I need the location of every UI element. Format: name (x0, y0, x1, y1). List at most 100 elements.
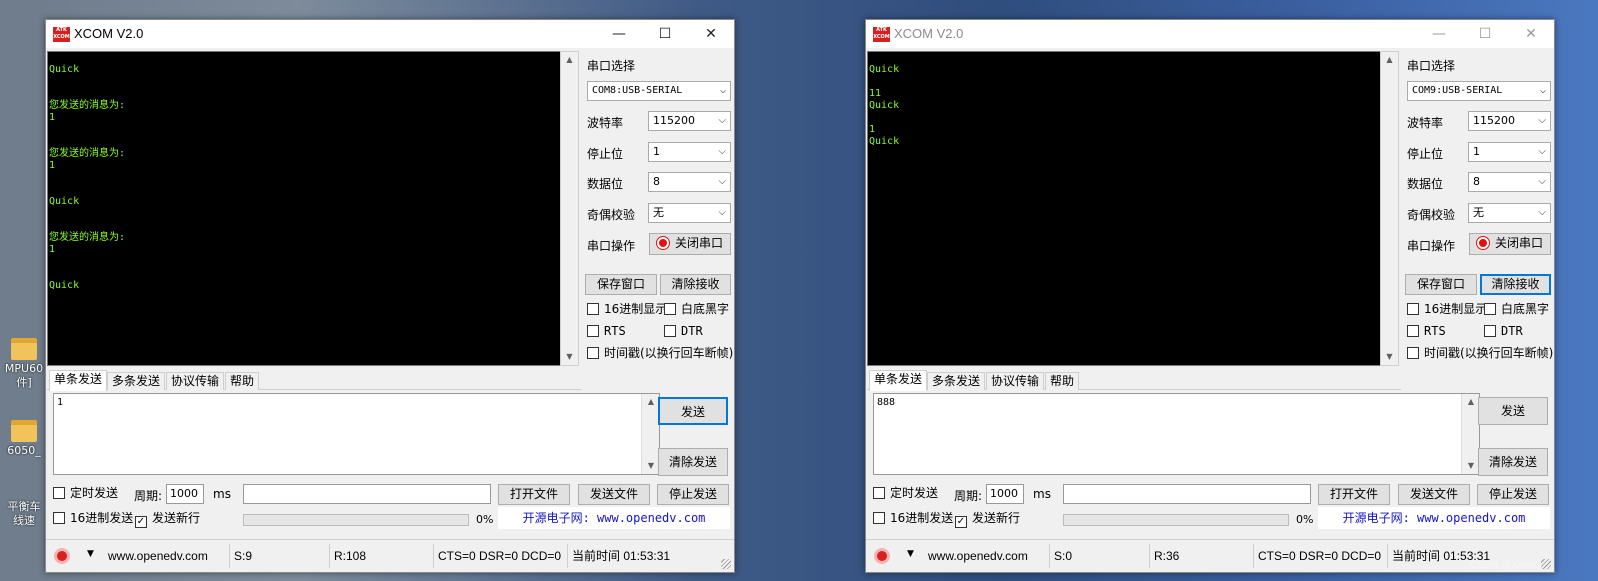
send-button[interactable]: 发送 (658, 397, 728, 425)
send-newline-checkbox[interactable]: ✓ 发送新行 (955, 511, 1020, 528)
hex-display-checkbox[interactable]: 16进制显示 (1407, 302, 1487, 316)
tab-multi-send[interactable]: 多条发送 (107, 372, 166, 390)
scroll-down-icon[interactable]: ▼ (561, 349, 578, 365)
receive-scrollbar[interactable]: ▲ ▼ (1380, 51, 1399, 366)
minimize-button[interactable]: — (596, 20, 642, 48)
dtr-checkbox[interactable]: DTR (1484, 324, 1523, 338)
receive-console[interactable]: Quick 您发送的消息为: 1 您发送的消息为: 1 Quick 您发送的消息为: 1 Qui… (47, 51, 579, 366)
parity-select[interactable]: 无 ⌵ (1468, 203, 1551, 223)
send-scrollbar[interactable]: ▲ ▼ (641, 394, 659, 474)
maximize-button[interactable]: ☐ (642, 20, 688, 48)
scroll-up-icon[interactable]: ▲ (561, 52, 578, 68)
dtr-checkbox[interactable]: DTR (664, 324, 703, 338)
period-input[interactable]: 1000 (166, 484, 204, 504)
clear-receive-button[interactable]: 清除接收 (1480, 274, 1551, 295)
close-button[interactable]: ✕ (688, 20, 734, 48)
scroll-up-icon[interactable]: ▲ (1381, 52, 1398, 68)
openedv-link[interactable]: 开源电子网: www.openedv.com (498, 507, 730, 529)
status-recv-count: R:108 (330, 544, 434, 568)
rts-checkbox[interactable]: RTS (587, 324, 626, 338)
resize-grip-icon[interactable] (1541, 559, 1551, 569)
tab-protocol[interactable]: 协议传输 (166, 372, 225, 390)
status-url[interactable]: www.openedv.com (104, 544, 230, 568)
data-bits-select[interactable]: 8 ⌵ (648, 172, 731, 192)
timed-send-checkbox[interactable]: 定时发送 (53, 486, 118, 500)
progress-percent: 0% (1296, 513, 1314, 526)
send-newline-checkbox[interactable]: ✓ 发送新行 (135, 511, 200, 528)
dropdown-arrow-icon[interactable]: ▼ (87, 549, 94, 559)
timestamp-checkbox[interactable]: 时间戳(以换行回车断帧) (1407, 346, 1553, 360)
tab-single-send[interactable]: 单条发送 (49, 370, 108, 391)
close-port-button[interactable]: 关闭串口 (649, 233, 731, 255)
baud-select[interactable]: 115200 ⌵ (1468, 111, 1551, 131)
close-button[interactable]: ✕ (1508, 20, 1554, 48)
send-input[interactable]: 1 (53, 393, 660, 475)
hex-send-checkbox[interactable]: 16进制发送 (873, 511, 953, 525)
port-select[interactable]: COM9:USB-SERIAL ⌵ (1407, 81, 1551, 101)
title-bar[interactable]: ATK XCOM XCOM V2.0 — ☐ ✕ (866, 20, 1554, 48)
rts-checkbox[interactable]: RTS (1407, 324, 1446, 338)
white-bg-checkbox[interactable]: 白底黑字 (1484, 302, 1549, 316)
title-bar[interactable]: ATK XCOM XCOM V2.0 — ☐ ✕ (46, 20, 734, 48)
desktop-icon-balance-car[interactable]: 平衡车 线速 (2, 500, 46, 528)
maximize-button[interactable]: ☐ (1462, 20, 1508, 48)
minimize-button[interactable]: — (1416, 20, 1462, 48)
open-file-button[interactable]: 打开文件 (1318, 484, 1390, 505)
clear-send-button[interactable]: 清除发送 (1478, 448, 1548, 476)
stop-bits-value: 1 (1473, 145, 1480, 158)
hex-send-checkbox[interactable]: 16进制发送 (53, 511, 133, 525)
send-file-button[interactable]: 发送文件 (578, 484, 650, 505)
close-port-button[interactable]: 关闭串口 (1469, 233, 1551, 255)
send-input[interactable]: 888 (873, 393, 1480, 475)
data-bits-label: 数据位 (1407, 177, 1444, 191)
timestamp-checkbox[interactable]: 时间戳(以换行回车断帧) (587, 346, 733, 360)
window-title: XCOM V2.0 (894, 26, 964, 41)
scroll-down-icon[interactable]: ▼ (1381, 349, 1398, 365)
status-logo-icon[interactable] (874, 548, 890, 564)
openedv-link[interactable]: 开源电子网: www.openedv.com (1318, 507, 1550, 529)
tab-help[interactable]: 帮助 (1045, 372, 1080, 390)
folder-icon (11, 420, 37, 442)
port-select[interactable]: COM8:USB-SERIAL ⌵ (587, 81, 731, 101)
port-select-value: COM8:USB-SERIAL (592, 85, 683, 96)
status-url[interactable]: www.openedv.com (924, 544, 1050, 568)
timed-send-checkbox[interactable]: 定时发送 (873, 486, 938, 500)
file-path-input[interactable] (1063, 484, 1311, 504)
dropdown-arrow-icon[interactable]: ▼ (907, 549, 914, 559)
send-scrollbar[interactable]: ▲ ▼ (1461, 394, 1479, 474)
tab-single-send[interactable]: 单条发送 (869, 370, 928, 391)
period-label: 周期: (134, 489, 163, 503)
receive-console[interactable]: Quick 11 Quick 1 Quick (867, 51, 1399, 366)
status-logo-icon[interactable] (54, 548, 70, 564)
file-path-input[interactable] (243, 484, 491, 504)
open-file-button[interactable]: 打开文件 (498, 484, 570, 505)
clear-receive-button[interactable]: 清除接收 (660, 274, 731, 295)
stop-send-button[interactable]: 停止发送 (1477, 484, 1549, 505)
save-window-button[interactable]: 保存窗口 (1405, 274, 1477, 295)
stop-send-button[interactable]: 停止发送 (657, 484, 729, 505)
tab-help[interactable]: 帮助 (225, 372, 260, 390)
stop-bits-select[interactable]: 1 ⌵ (648, 142, 731, 162)
parity-select[interactable]: 无 ⌵ (648, 203, 731, 223)
clear-send-button[interactable]: 清除发送 (658, 448, 728, 476)
data-bits-select[interactable]: 8 ⌵ (1468, 172, 1551, 192)
period-input[interactable]: 1000 (986, 484, 1024, 504)
white-bg-checkbox[interactable]: 白底黑字 (664, 302, 729, 316)
receive-scrollbar[interactable]: ▲ ▼ (560, 51, 579, 366)
xcom-window-com9: ATK XCOM XCOM V2.0 — ☐ ✕ Quick 11 Quick 1 Qu… (865, 19, 1555, 573)
send-file-button[interactable]: 发送文件 (1398, 484, 1470, 505)
hex-display-checkbox[interactable]: 16进制显示 (587, 302, 667, 316)
baud-select[interactable]: 115200 ⌵ (648, 111, 731, 131)
tab-multi-send[interactable]: 多条发送 (927, 372, 986, 390)
desktop-icon-mpu6050[interactable]: MPU60 件] (2, 338, 46, 390)
resize-grip-icon[interactable] (721, 559, 731, 569)
send-button[interactable]: 发送 (1478, 397, 1548, 425)
desktop-icon-6050[interactable]: 6050_ (2, 420, 46, 458)
stop-bits-select[interactable]: 1 ⌵ (1468, 142, 1551, 162)
save-window-button[interactable]: 保存窗口 (585, 274, 657, 295)
tab-protocol[interactable]: 协议传输 (986, 372, 1045, 390)
